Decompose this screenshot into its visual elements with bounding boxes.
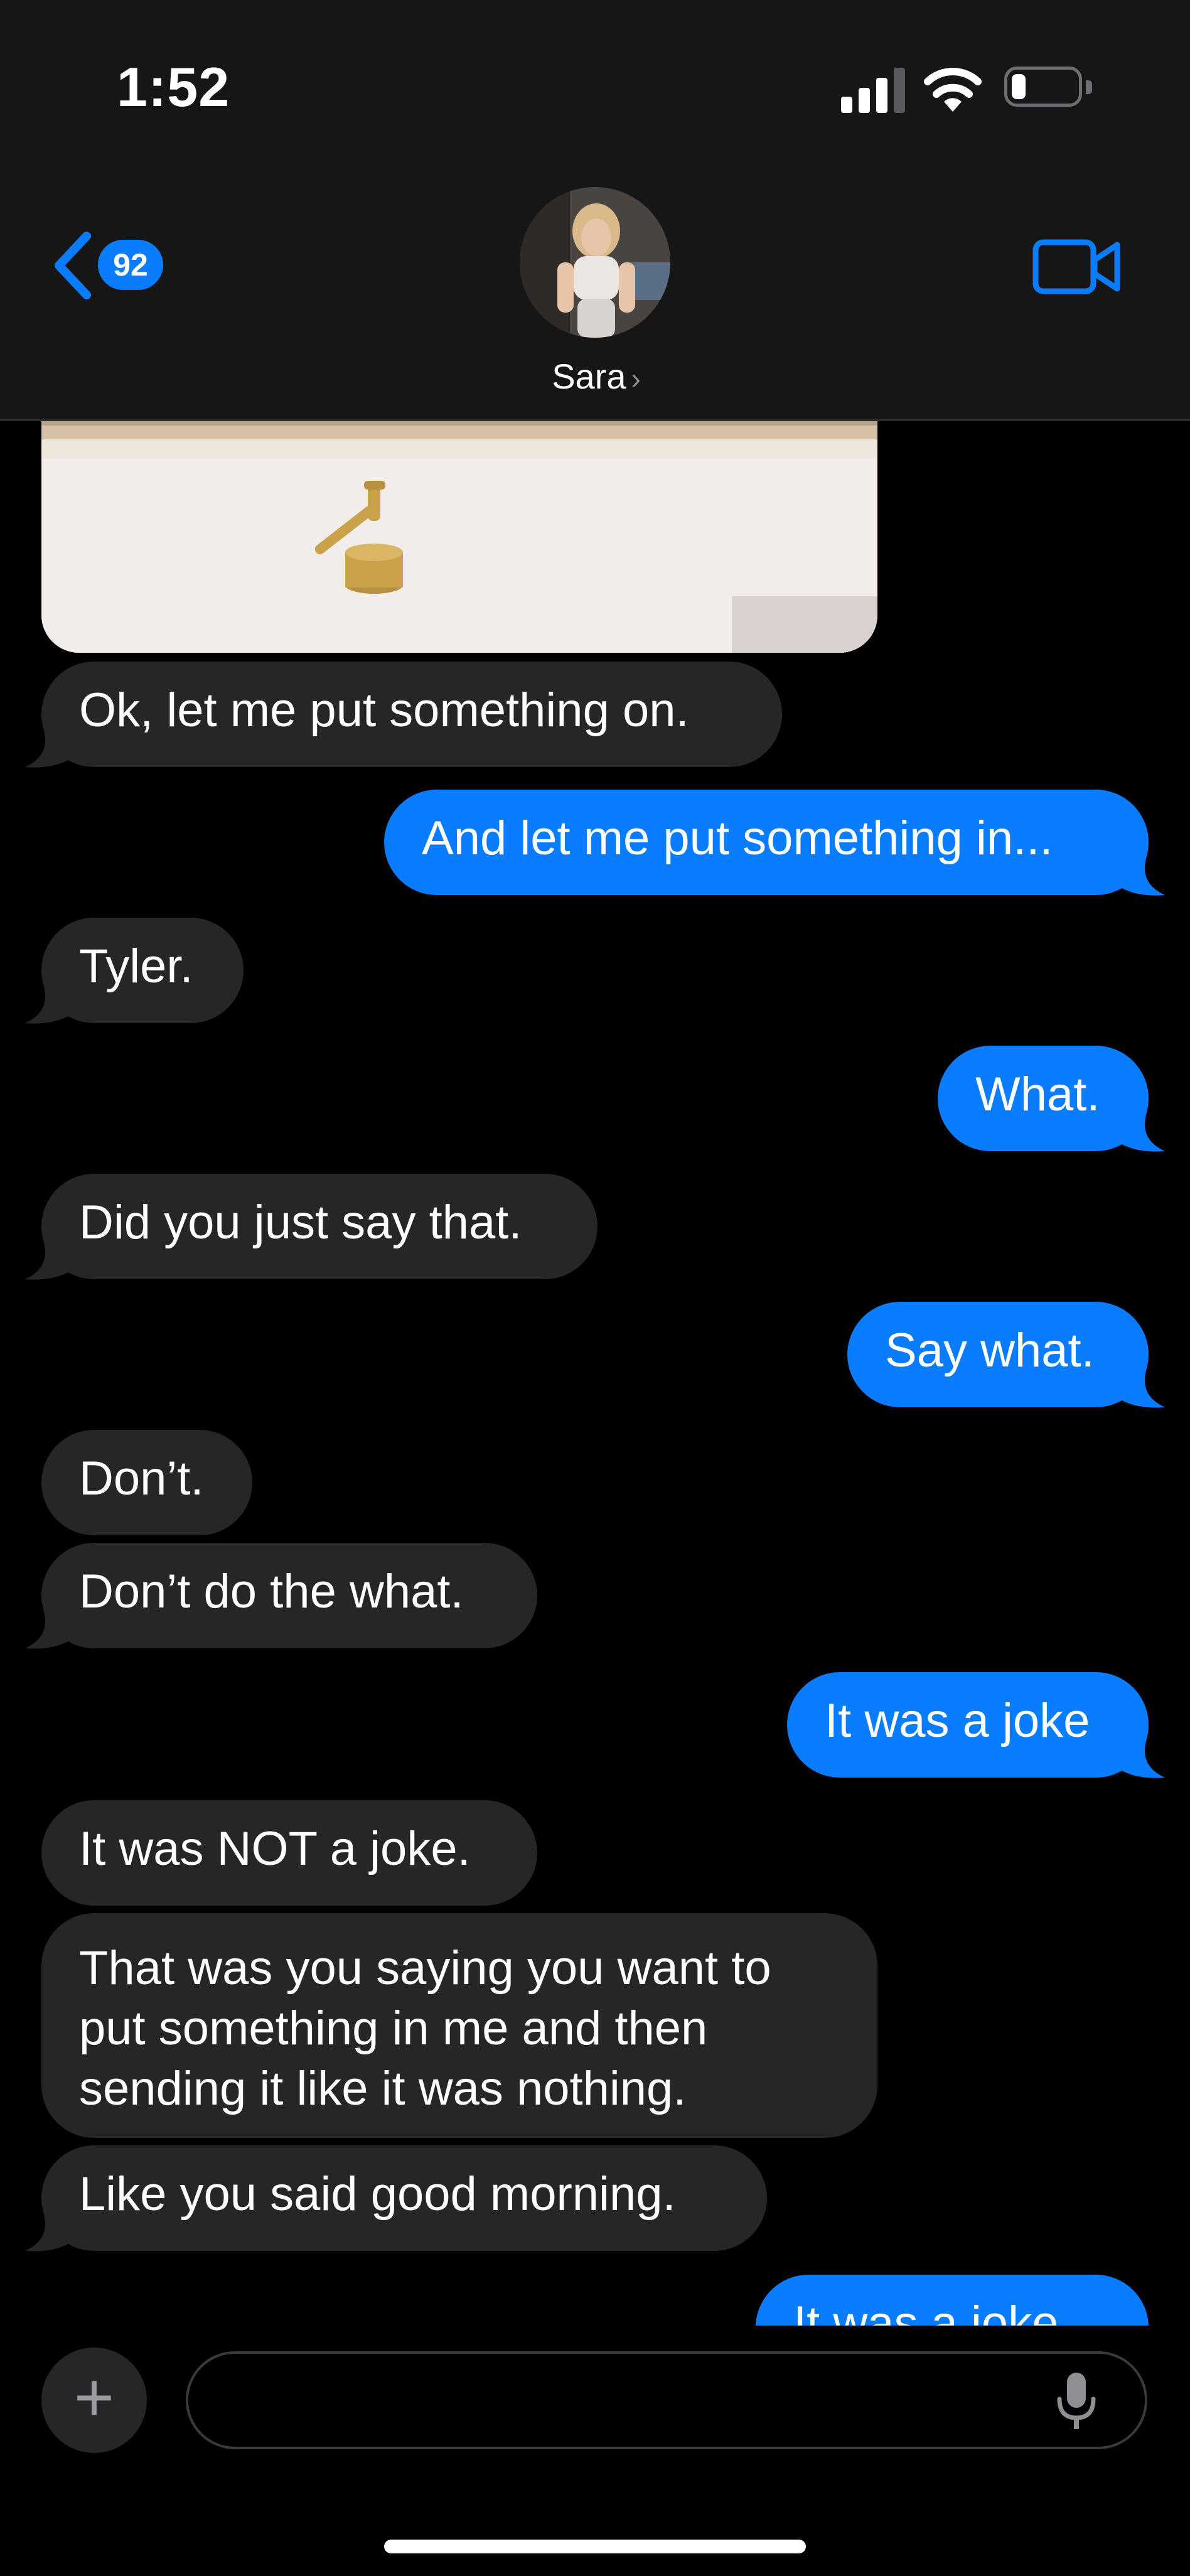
chevron-left-icon bbox=[55, 232, 91, 299]
incoming-message[interactable]: Don’t do the what. bbox=[41, 1543, 537, 1648]
message-text: Ok, let me put something on. bbox=[79, 684, 689, 737]
message-text: Tyler. bbox=[79, 940, 193, 993]
add-attachment-button[interactable]: + bbox=[41, 2348, 147, 2453]
video-camera-icon[interactable] bbox=[1029, 232, 1123, 301]
back-button[interactable]: 92 bbox=[44, 226, 176, 301]
message-text: Don’t do the what. bbox=[79, 1565, 464, 1618]
microphone-icon[interactable] bbox=[1054, 2370, 1098, 2433]
incoming-message[interactable]: It was NOT a joke. bbox=[41, 1800, 537, 1906]
contact-name: Sara bbox=[552, 357, 626, 396]
message-input[interactable] bbox=[213, 2373, 1032, 2430]
status-time: 1:52 bbox=[117, 56, 230, 118]
bubble-tail bbox=[25, 1612, 75, 1649]
incoming-message[interactable]: That was you saying you want to put some… bbox=[41, 1913, 877, 2138]
outgoing-message[interactable]: It was a joke bbox=[787, 1672, 1149, 1778]
incoming-message[interactable]: Did you just say that. bbox=[41, 1174, 598, 1279]
conversation-header: 1:52 92 Sara › bbox=[0, 0, 1190, 421]
message-text: And let me put something in... bbox=[422, 812, 1053, 865]
incoming-message[interactable]: Ok, let me put something on. bbox=[41, 662, 782, 767]
bubble-tail bbox=[1115, 1371, 1165, 1408]
plus-icon: + bbox=[73, 2359, 115, 2436]
message-text: Like you said good morning. bbox=[79, 2167, 676, 2221]
bubble-tail bbox=[25, 731, 75, 768]
message-text: It was NOT a joke. bbox=[79, 1822, 471, 1876]
outgoing-message[interactable]: And let me put something in... bbox=[384, 790, 1149, 895]
bubble-tail bbox=[1115, 1115, 1165, 1152]
bubble-tail bbox=[1115, 1741, 1165, 1778]
unread-count-badge: 92 bbox=[98, 240, 163, 290]
message-text: That was you saying you want to put some… bbox=[79, 1941, 771, 2115]
wifi-icon bbox=[924, 68, 982, 112]
contact-name-button[interactable]: Sara › bbox=[502, 352, 690, 402]
message-text: What. bbox=[975, 1068, 1100, 1121]
message-text: Don’t. bbox=[79, 1452, 204, 1505]
message-text: Say what. bbox=[885, 1324, 1095, 1377]
cellular-signal-icon bbox=[841, 68, 905, 113]
bubble-tail bbox=[1115, 859, 1165, 896]
message-text: Did you just say that. bbox=[79, 1196, 522, 1249]
incoming-message[interactable]: Don’t. bbox=[41, 1430, 252, 1535]
incoming-message[interactable]: Like you said good morning. bbox=[41, 2145, 767, 2251]
battery-icon bbox=[1004, 67, 1096, 109]
message-input-field[interactable] bbox=[186, 2351, 1147, 2449]
shared-photo[interactable] bbox=[41, 408, 877, 653]
photo-image bbox=[41, 408, 877, 653]
outgoing-message[interactable]: Say what. bbox=[847, 1302, 1149, 1407]
message-text: It was a joke bbox=[825, 1694, 1090, 1747]
avatar-photo bbox=[520, 187, 670, 338]
chevron-right-icon: › bbox=[631, 362, 641, 395]
bubble-tail bbox=[25, 1243, 75, 1280]
bubble-tail bbox=[25, 987, 75, 1024]
home-indicator bbox=[384, 2540, 806, 2553]
bubble-tail bbox=[25, 2214, 75, 2251]
contact-avatar[interactable] bbox=[520, 187, 670, 338]
